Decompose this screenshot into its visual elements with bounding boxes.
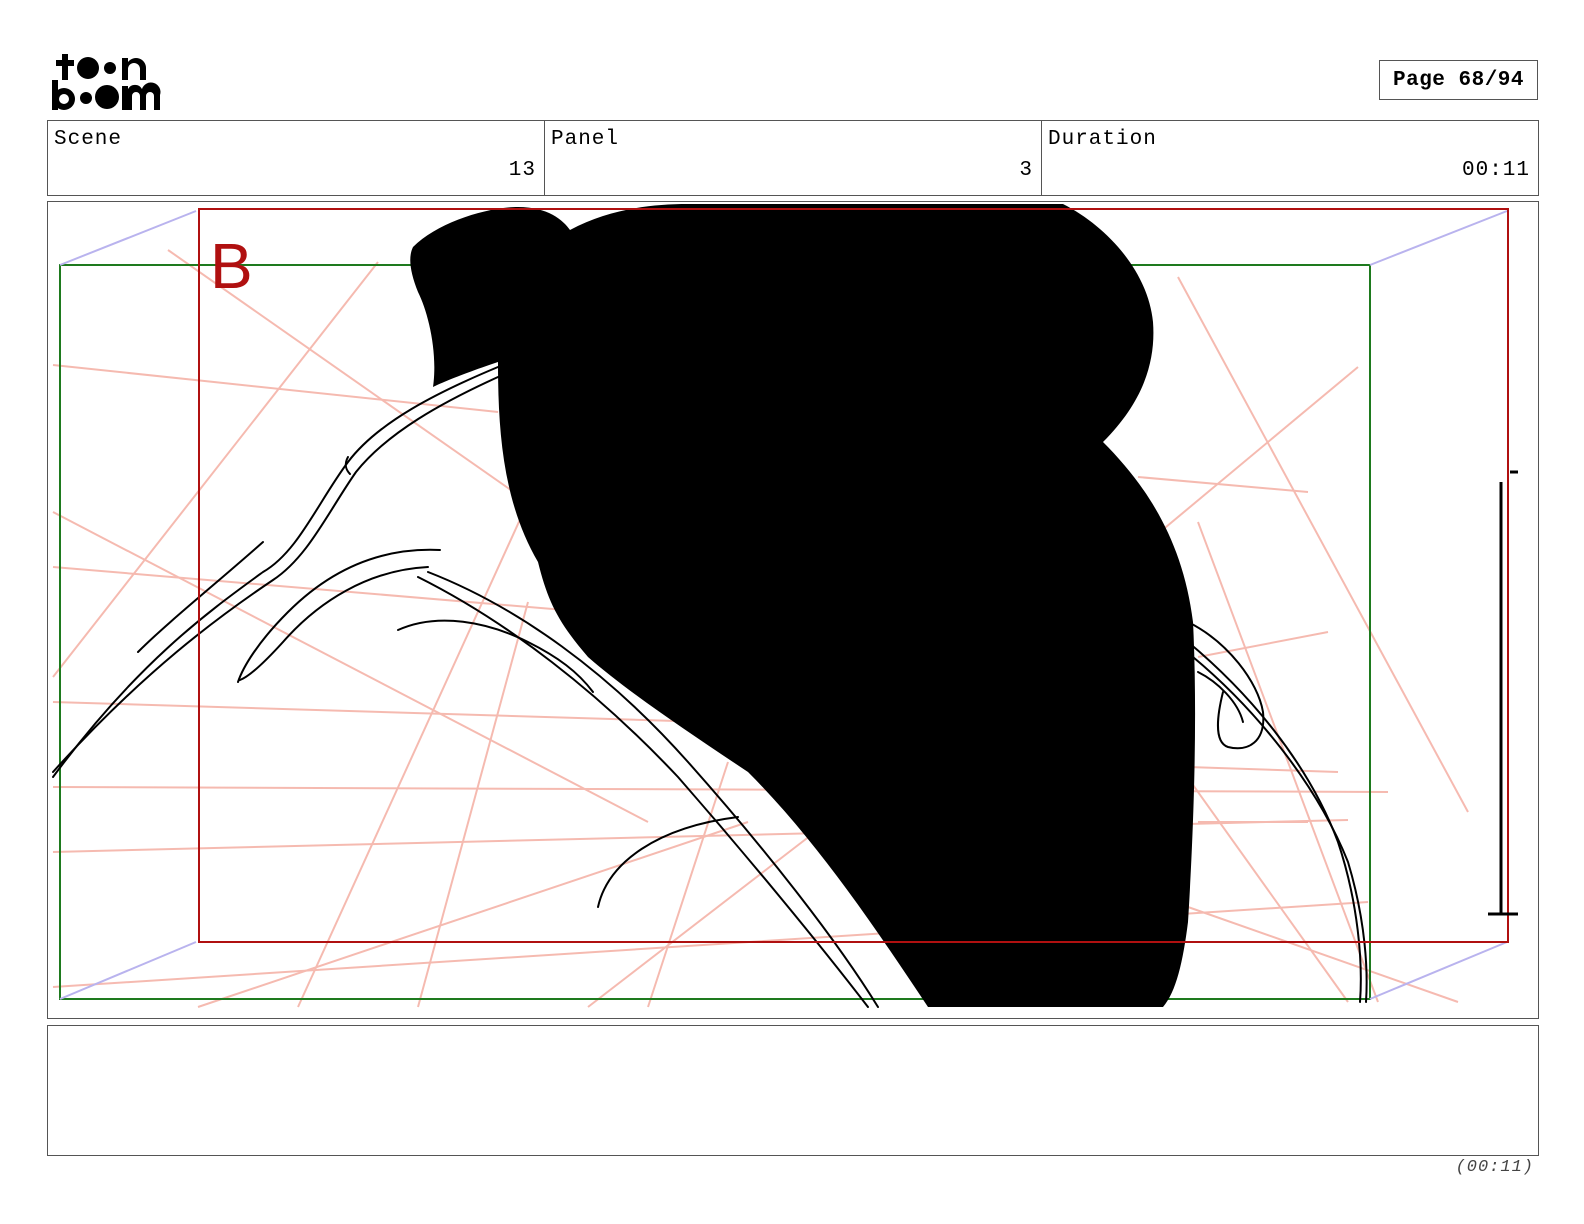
footer-duration: (00:11)	[1455, 1158, 1534, 1177]
page-number: Page 68/94	[1379, 60, 1538, 100]
storyboard-panel-image: B	[47, 201, 1539, 1019]
duration-label: Duration	[1048, 128, 1157, 151]
duration-cell: Duration 00:11	[1042, 121, 1538, 195]
camera-label: B	[210, 230, 253, 302]
panel-info-table: Scene 13 Panel 3 Duration 00:11	[47, 120, 1539, 196]
scene-value: 13	[508, 159, 536, 182]
toonboom-logo	[52, 50, 164, 114]
logo-graphic	[52, 54, 161, 110]
panel-value: 3	[1019, 159, 1033, 182]
duration-value: 00:11	[1461, 159, 1530, 182]
vertical-guide-bar	[1488, 470, 1518, 916]
panel-drawing: B	[52, 204, 1518, 1008]
panel-notes-box	[47, 1025, 1539, 1156]
panel-label: Panel	[551, 128, 620, 151]
scene-cell: Scene 13	[48, 121, 545, 195]
panel-cell: Panel 3	[545, 121, 1042, 195]
scene-label: Scene	[54, 128, 123, 151]
